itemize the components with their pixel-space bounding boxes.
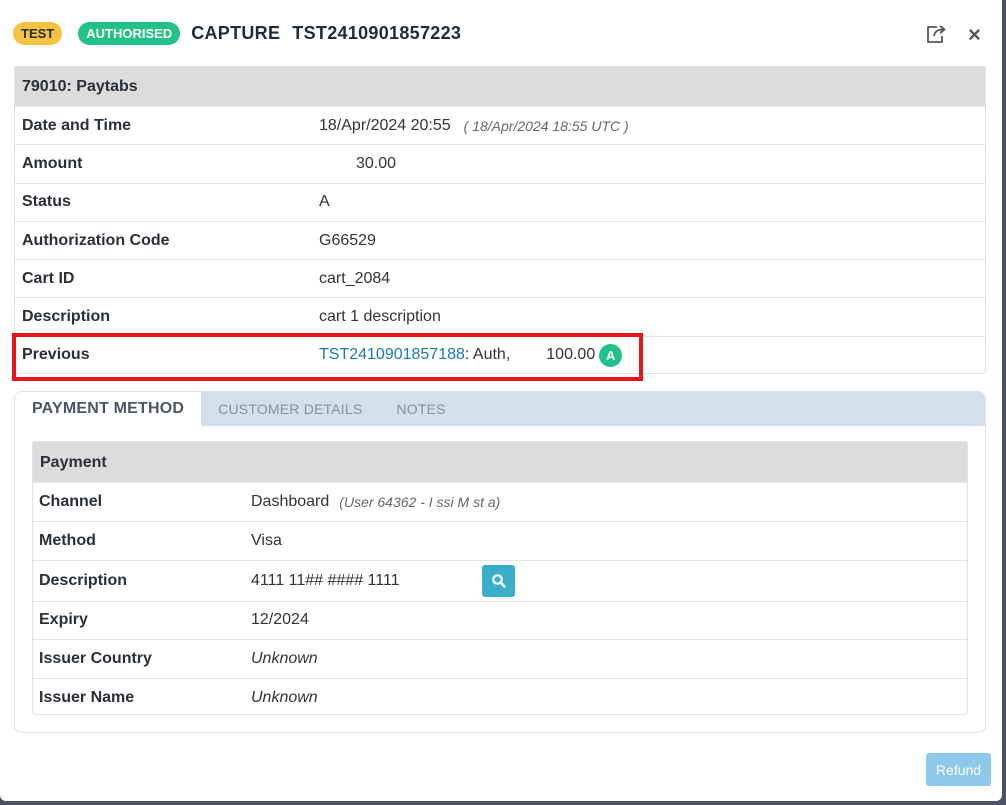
payment-panel: Payment Channel Dashboard (User 64362 - … xyxy=(32,441,968,715)
expiry-value: 12/2024 xyxy=(251,611,309,629)
tab-bar: PAYMENT METHOD CUSTOMER DETAILS NOTES xyxy=(15,392,985,426)
close-icon[interactable]: × xyxy=(968,24,981,46)
search-icon xyxy=(491,573,506,588)
transaction-summary-panel: 79010: Paytabs Date and Time 18/Apr/2024… xyxy=(14,66,986,374)
row-date-time: Date and Time 18/Apr/2024 20:55 ( 18/Apr… xyxy=(15,106,985,144)
previous-amount: 100.00 xyxy=(546,346,596,364)
method-value: Visa xyxy=(251,531,282,549)
tab-customer-details[interactable]: CUSTOMER DETAILS xyxy=(201,392,379,426)
card-number-value: 4111 11## #### 1111 xyxy=(251,571,400,589)
tab-payment-method[interactable]: PAYMENT METHOD xyxy=(15,392,202,426)
card-lookup-button[interactable] xyxy=(482,564,515,597)
row-label: Authorization Code xyxy=(22,231,170,249)
date-time-value: 18/Apr/2024 20:55 xyxy=(319,116,451,134)
payment-heading: Payment xyxy=(33,442,967,482)
row-channel: Channel Dashboard (User 64362 - I ssi M … xyxy=(33,482,967,521)
auth-code-value: G66529 xyxy=(319,231,376,249)
row-label: Status xyxy=(22,193,71,211)
transaction-type: CAPTURE xyxy=(191,22,281,43)
transaction-modal: TEST AUTHORISED CAPTURE TST2410901857223… xyxy=(0,0,1002,801)
modal-header: TEST AUTHORISED CAPTURE TST2410901857223… xyxy=(0,0,1002,66)
row-label: Channel xyxy=(39,492,103,510)
row-method: Method Visa xyxy=(33,520,967,560)
row-amount: Amount 30.00 xyxy=(15,144,985,182)
row-label: Previous xyxy=(22,346,90,364)
test-badge: TEST xyxy=(13,21,63,45)
transaction-id: TST2410901857223 xyxy=(292,22,462,43)
row-label: Date and Time xyxy=(22,116,132,134)
status-value: A xyxy=(319,193,330,211)
channel-user-note: (User 64362 - I ssi M st a) xyxy=(339,493,501,510)
row-previous: Previous TST2410901857188 : Auth, 100.00… xyxy=(15,335,985,374)
utc-time-note: ( 18/Apr/2024 18:55 UTC ) xyxy=(463,117,629,134)
row-cart-id: Cart ID cart_2084 xyxy=(15,259,985,297)
amount-value: 30.00 xyxy=(356,154,397,172)
row-issuer-country: Issuer Country Unknown xyxy=(33,639,967,678)
issuer-country-value: Unknown xyxy=(251,650,318,668)
row-label: Cart ID xyxy=(22,269,75,287)
row-label: Method xyxy=(39,531,96,549)
gateway-heading: 79010: Paytabs xyxy=(15,67,985,106)
row-status: Status A xyxy=(15,182,985,221)
cart-id-value: cart_2084 xyxy=(319,269,391,287)
channel-value: Dashboard xyxy=(251,492,330,510)
row-label: Amount xyxy=(22,154,83,172)
issuer-name-value: Unknown xyxy=(251,689,318,707)
row-label: Issuer Name xyxy=(39,689,135,707)
previous-type: : Auth, xyxy=(464,346,511,364)
description-value: cart 1 description xyxy=(319,308,441,326)
row-expiry: Expiry 12/2024 xyxy=(33,600,967,640)
details-tabs: PAYMENT METHOD CUSTOMER DETAILS NOTES Pa… xyxy=(14,391,986,733)
row-auth-code: Authorization Code G66529 xyxy=(15,220,985,259)
status-badge: AUTHORISED xyxy=(78,21,181,45)
row-label: Issuer Country xyxy=(39,650,152,668)
row-issuer-name: Issuer Name Unknown xyxy=(33,678,967,717)
previous-transaction-link[interactable]: TST2410901857188 xyxy=(319,346,465,364)
row-label: Expiry xyxy=(39,611,88,629)
row-card-description: Description 4111 11## #### 1111 xyxy=(33,559,967,601)
share-icon[interactable] xyxy=(925,24,947,49)
row-label: Description xyxy=(22,308,111,326)
row-label: Description xyxy=(39,571,128,589)
tab-notes[interactable]: NOTES xyxy=(379,392,462,426)
refund-button[interactable]: Refund xyxy=(926,753,991,786)
row-description: Description cart 1 description xyxy=(15,297,985,335)
previous-status-badge: A xyxy=(599,343,623,367)
